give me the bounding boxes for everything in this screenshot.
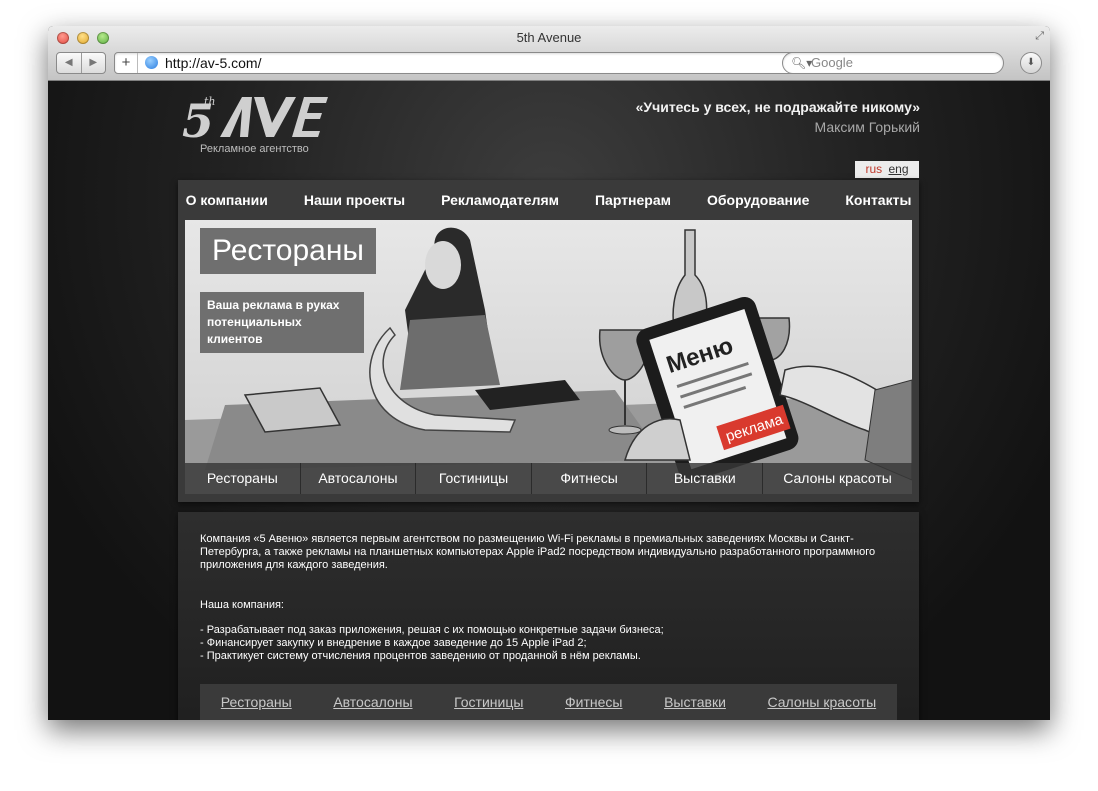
category-nav: Рестораны Автосалоны Гостиницы Фитнесы В…: [185, 463, 912, 494]
nav-equipment[interactable]: Оборудование: [707, 192, 809, 208]
search-placeholder: Google: [811, 55, 853, 70]
about-section: Компания «5 Авеню» является первым агент…: [178, 512, 919, 720]
category-car-dealers[interactable]: Автосалоны: [301, 463, 417, 494]
about-list: - Разрабатывает под заказ приложения, ре…: [200, 624, 664, 663]
main-nav: О компании Наши проекты Рекламодателям П…: [178, 180, 919, 220]
downloads-button[interactable]: ⬇: [1020, 52, 1042, 74]
search-input[interactable]: 🔍︎▾ Google: [782, 52, 1004, 74]
bottom-category-nav: Рестораны Автосалоны Гостиницы Фитнесы В…: [200, 684, 897, 720]
list-item: - Разрабатывает под заказ приложения, ре…: [200, 624, 664, 636]
globe-icon: [145, 56, 158, 69]
url-field[interactable]: http://av-5.com/: [165, 53, 261, 73]
svg-text:th: th: [204, 95, 216, 108]
lang-eng[interactable]: eng: [888, 162, 908, 176]
search-icon: 🔍︎▾: [791, 56, 813, 70]
nav-about[interactable]: О компании: [186, 192, 268, 208]
quote-author: Максим Горький: [814, 119, 921, 135]
category-restaurants[interactable]: Рестораны: [185, 463, 301, 494]
quote-text: «Учитесь у всех, не подражайте никому»: [635, 99, 920, 115]
hero-banner: Меню реклама Рестораны Ваша реклама в ру…: [185, 220, 912, 494]
about-heading: Наша компания:: [200, 599, 284, 611]
nav-projects[interactable]: Наши проекты: [304, 192, 405, 208]
nav-advertisers[interactable]: Рекламодателям: [441, 192, 559, 208]
banner-title: Рестораны: [200, 228, 376, 274]
bottom-link-car-dealers[interactable]: Автосалоны: [333, 694, 412, 710]
window-title: 5th Avenue: [516, 30, 582, 45]
nav-contacts[interactable]: Контакты: [845, 192, 911, 208]
list-item: - Практикует систему отчисления проценто…: [200, 650, 641, 662]
category-hotels[interactable]: Гостиницы: [416, 463, 532, 494]
add-bookmark-button[interactable]: +: [115, 53, 138, 73]
category-beauty-salons[interactable]: Салоны красоты: [763, 463, 912, 494]
bottom-link-restaurants[interactable]: Рестораны: [221, 694, 292, 710]
forward-button[interactable]: ▶: [80, 53, 106, 73]
nav-partners[interactable]: Партнерам: [595, 192, 671, 208]
banner-subtitle: Ваша реклама в руках потенциальных клиен…: [200, 292, 364, 353]
lang-rus[interactable]: rus: [865, 162, 882, 176]
browser-titlebar: 5th Avenue ⤢ ◀ ▶ + http://av-5.com/ ↻ 🔍︎…: [48, 26, 1050, 81]
bottom-link-fitness[interactable]: Фитнесы: [565, 694, 622, 710]
address-bar[interactable]: + http://av-5.com/ ↻: [114, 52, 822, 74]
category-exhibitions[interactable]: Выставки: [647, 463, 764, 494]
category-fitness[interactable]: Фитнесы: [532, 463, 648, 494]
about-paragraph: Компания «5 Авеню» является первым агент…: [200, 533, 876, 571]
web-page: 5 th Рекламное агентство «Учитесь у всех…: [48, 81, 1050, 720]
bottom-link-hotels[interactable]: Гостиницы: [454, 694, 523, 710]
fullscreen-icon[interactable]: ⤢: [1035, 30, 1044, 43]
history-buttons: ◀ ▶: [56, 52, 106, 74]
back-button[interactable]: ◀: [57, 53, 81, 73]
bottom-link-exhibitions[interactable]: Выставки: [664, 694, 726, 710]
header-block: О компании Наши проекты Рекламодателям П…: [178, 180, 919, 502]
logo-caption: Рекламное агентство: [200, 143, 309, 155]
bottom-link-beauty-salons[interactable]: Салоны красоты: [767, 694, 876, 710]
language-switcher: rus eng: [855, 161, 919, 178]
logo-5th-ave[interactable]: 5 th: [180, 89, 330, 147]
list-item: - Финансирует закупку и внедрение в кажд…: [200, 637, 587, 649]
browser-window: 5th Avenue ⤢ ◀ ▶ + http://av-5.com/ ↻ 🔍︎…: [48, 26, 1050, 720]
